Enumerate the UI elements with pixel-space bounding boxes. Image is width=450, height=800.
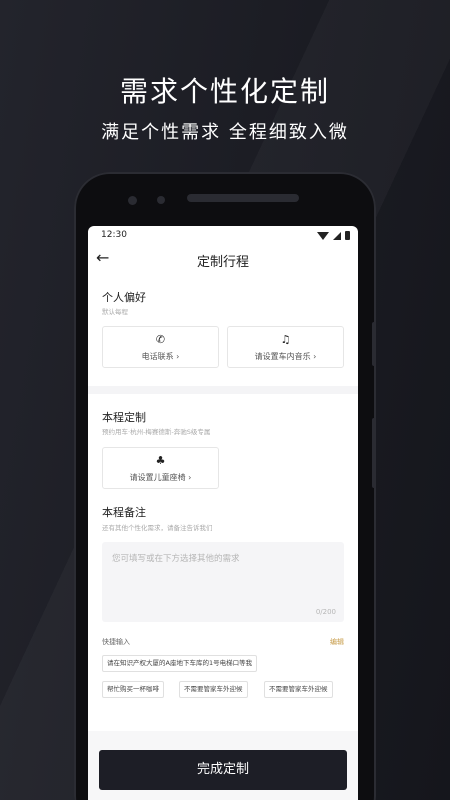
quick-chip[interactable]: 不需要管家车外迎候: [264, 681, 333, 698]
page-title: 定制行程: [196, 255, 249, 270]
front-camera: [128, 196, 137, 205]
notes-counter: 0/200: [315, 608, 336, 616]
phone-contact-card[interactable]: ✆ 电话联系 ›: [102, 326, 219, 368]
front-sensor: [157, 196, 165, 204]
trip-title: 本程定制: [102, 411, 146, 424]
status-time: 12:30: [101, 230, 127, 240]
car-music-label: 请设置车内音乐 ›: [254, 352, 317, 361]
child-seat-label: 请设置儿童座椅 ›: [129, 473, 192, 482]
status-bar: 12:30: [88, 226, 358, 246]
complete-customization-button[interactable]: 完成定制: [99, 750, 347, 790]
child-seat-card[interactable]: ♣ 请设置儿童座椅 ›: [102, 447, 219, 489]
power-button: [372, 322, 376, 366]
quick-chip[interactable]: 请在知识产权大厦的A座地下车库的1号电梯口等我: [102, 655, 258, 672]
notes-title: 本程备注: [102, 506, 146, 519]
signal-icon: [333, 231, 341, 240]
notes-input[interactable]: 您可填写或在下方选择其他的需求 0/200: [102, 542, 344, 622]
volume-button: [372, 418, 376, 488]
quick-chip[interactable]: 不需要管家车外迎候: [179, 681, 248, 698]
quick-input-edit[interactable]: 编辑: [330, 637, 344, 647]
phone-icon: ✆: [155, 333, 166, 346]
trip-subtitle: 预约用车·杭州-梅赛德斯-奔驰S级专属: [102, 428, 211, 436]
app-screen: 12:30 ← 定制行程 个人偏好 默认每程 ✆ 电话联系 › ♫ 请设置车内音…: [88, 226, 358, 800]
earpiece-speaker: [187, 194, 299, 202]
notes-subtitle: 还有其他个性化需求，请备注告诉我们: [102, 524, 213, 532]
battery-icon: [345, 231, 350, 240]
car-music-card[interactable]: ♫ 请设置车内音乐 ›: [227, 326, 344, 368]
section-divider: [88, 386, 358, 394]
child-seat-icon: ♣: [155, 454, 166, 467]
music-icon: ♫: [280, 333, 291, 346]
quick-input-label: 快捷输入: [102, 638, 130, 646]
preferences-title: 个人偏好: [102, 291, 146, 304]
promo-subline: 满足个性需求 全程细致入微: [101, 122, 349, 143]
status-icons: [317, 231, 350, 240]
quick-chip[interactable]: 帮忙购买一杯咖啡: [102, 681, 164, 698]
promo-headline: 需求个性化定制: [119, 75, 330, 108]
wifi-icon: [317, 231, 329, 240]
notes-placeholder: 您可填写或在下方选择其他的需求: [112, 554, 240, 564]
phone-contact-label: 电话联系 ›: [141, 352, 180, 361]
nav-bar: ← 定制行程: [88, 246, 358, 272]
preferences-subtitle: 默认每程: [102, 308, 128, 316]
